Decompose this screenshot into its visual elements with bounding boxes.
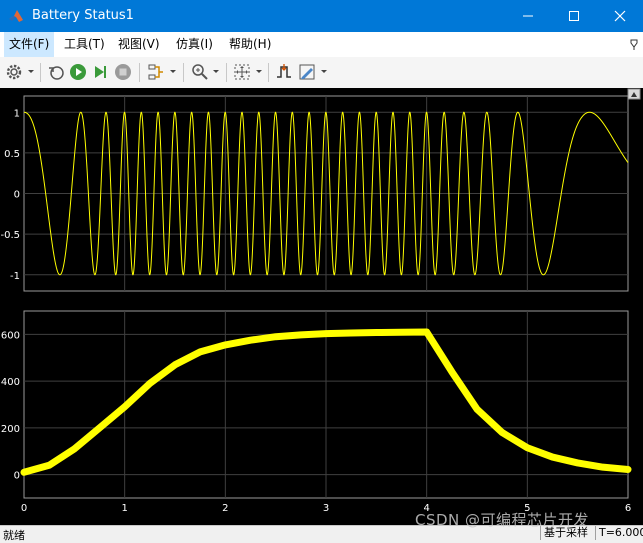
y-tick-label: 200	[1, 424, 20, 435]
sim-time-text: T=6.000	[595, 526, 643, 540]
stop-button[interactable]	[113, 62, 133, 82]
zoom-in-icon	[192, 64, 208, 80]
x-tick-label: 3	[323, 503, 329, 514]
style-icon	[299, 64, 315, 80]
watermark-text: CSDN @可编程芯片开发	[415, 511, 590, 529]
chevron-down-icon[interactable]	[27, 65, 35, 79]
step-forward-button[interactable]	[90, 62, 110, 82]
maximize-icon	[569, 11, 579, 21]
style-button[interactable]	[297, 62, 317, 82]
window-title: Battery Status1	[32, 8, 134, 23]
gear-icon	[6, 64, 22, 80]
chevron-down-icon[interactable]	[320, 65, 328, 79]
fit-to-view-icon	[234, 64, 250, 80]
toolbar	[0, 57, 643, 89]
y-tick-label: -1	[10, 271, 20, 282]
run-icon	[70, 64, 86, 80]
menu-tools[interactable]: 工具(T)	[59, 32, 110, 57]
restore-button[interactable]	[46, 62, 66, 82]
menu-help[interactable]: 帮助(H)	[224, 32, 276, 57]
toolbar-separator	[268, 63, 269, 82]
x-tick-label: 6	[625, 503, 631, 514]
signal-selector-button[interactable]	[146, 62, 166, 82]
toolbar-separator	[40, 63, 41, 82]
trigger-icon	[277, 64, 291, 78]
menu-bar: 文件(F) 工具(T) 视图(V) 仿真(I) 帮助(H)	[0, 32, 643, 57]
minimize-icon	[523, 15, 533, 17]
pin-icon[interactable]	[629, 38, 639, 50]
run-button[interactable]	[68, 62, 88, 82]
trigger-button[interactable]	[274, 62, 294, 82]
chevron-down-icon[interactable]	[169, 65, 177, 79]
maximize-button[interactable]	[551, 0, 597, 32]
signal-selector-icon	[148, 64, 163, 80]
stop-icon	[115, 64, 131, 80]
y-tick-label: 600	[1, 330, 20, 341]
step-forward-icon	[95, 66, 106, 78]
toolbar-separator	[183, 63, 184, 82]
toolbar-separator	[139, 63, 140, 82]
y-tick-label: 0	[14, 190, 20, 201]
restore-icon	[49, 66, 64, 80]
y-tick-label: -0.5	[0, 230, 20, 241]
y-tick-label: 0	[14, 471, 20, 482]
y-tick-label: 0.5	[4, 149, 20, 160]
toolbar-separator	[226, 63, 227, 82]
minimize-button[interactable]	[505, 0, 551, 32]
zoom-button[interactable]	[190, 62, 210, 82]
y-tick-label: 400	[1, 377, 20, 388]
x-tick-label: 2	[222, 503, 228, 514]
matlab-app-icon	[9, 10, 23, 22]
fit-to-view-button[interactable]	[232, 62, 252, 82]
menu-simulation[interactable]: 仿真(I)	[171, 32, 218, 57]
y-tick-label: 1	[14, 108, 20, 119]
close-icon	[614, 10, 626, 22]
menu-file[interactable]: 文件(F)	[4, 32, 55, 57]
scope-plot-area[interactable]: 1 0.5 0 -0.5 -1 600 400 200 0 0 1 2 3 4 5 6	[0, 88, 643, 525]
x-tick-label: 0	[21, 503, 27, 514]
chevron-down-icon[interactable]	[255, 65, 263, 79]
settings-button[interactable]	[4, 62, 24, 82]
scope-canvas[interactable]: 10.50-0.5-160040020000 1 2 3 4 5 6	[0, 88, 643, 525]
chevron-down-icon[interactable]	[212, 65, 220, 79]
x-tick-label: 1	[121, 503, 127, 514]
close-button[interactable]	[597, 0, 643, 32]
title-bar[interactable]: Battery Status1	[0, 0, 643, 32]
menu-view[interactable]: 视图(V)	[113, 32, 165, 57]
